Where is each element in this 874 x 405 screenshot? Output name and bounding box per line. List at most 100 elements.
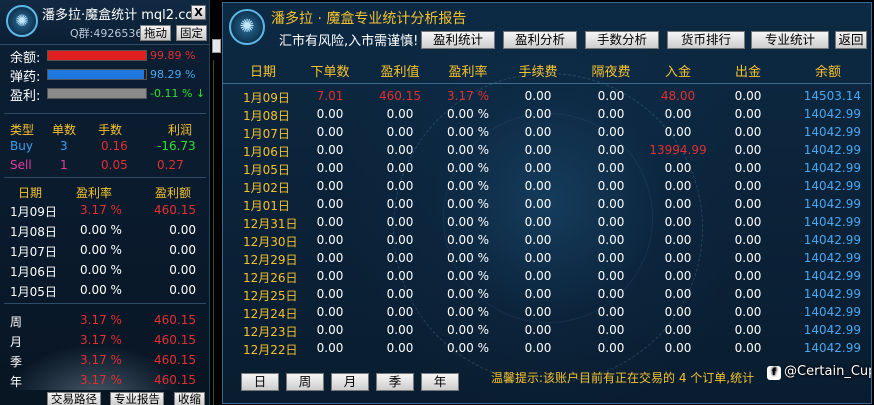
order-count: 1 <box>60 158 68 172</box>
cell-date: 12月22日 <box>243 343 298 357</box>
cell-rate: 0.00 % <box>447 269 489 283</box>
order-count: 3 <box>60 139 68 153</box>
nav-currency-rank-button[interactable]: 货币排行 <box>667 31 745 49</box>
column-header-rate: 盈利率 <box>448 65 488 80</box>
nav-pro-stats-button[interactable]: 专业统计 <box>751 31 829 49</box>
stat-bar-fill <box>48 70 145 79</box>
column-header-balance: 余额 <box>814 65 841 80</box>
cell-swap: 0.00 <box>597 143 625 157</box>
drag-button[interactable]: 拖动 <box>140 25 171 41</box>
period-week-button[interactable]: 周 <box>286 373 324 391</box>
cell-fee: 0.00 <box>524 323 552 337</box>
cell-date: 1月02日 <box>243 181 290 195</box>
period-quarter-button[interactable]: 季 <box>376 373 414 391</box>
period-rate: 3.17 % <box>80 353 122 367</box>
period-rate: 3.17 % <box>80 313 122 327</box>
cell-profit: 0.00 <box>386 323 414 337</box>
cell-deposit: 0.00 <box>664 197 692 211</box>
cell-profit: 0.00 <box>386 287 414 301</box>
period-month-button[interactable]: 月 <box>331 373 369 391</box>
daily-table-header: 日期 盈利率 盈利额 <box>0 184 209 202</box>
cell-swap: 0.00 <box>597 323 625 337</box>
cell-deposit: 0.00 <box>664 125 692 139</box>
nav-profit-stats-button[interactable]: 盈利统计 <box>421 31 495 49</box>
cell-orders: 0.00 <box>316 269 344 283</box>
type-table-header-cell: 类型 <box>10 123 35 137</box>
cell-orders: 0.00 <box>316 287 344 301</box>
daily-table-row: 1月08日 0.00 % 0.00 <box>0 223 209 241</box>
daily-amount: 0.00 <box>169 243 196 257</box>
side-panel-header[interactable]: ✺ 潘多拉·魔盒统计 mql2.com Q群:492653640 X 拖动 固定 <box>0 0 209 45</box>
order-profit: 0.27 <box>157 158 184 172</box>
watermark-text: @Certain_Cup <box>784 364 872 379</box>
type-table-row: Sell 1 0.05 0.27 <box>0 158 209 176</box>
period-label: 年 <box>10 375 23 389</box>
cell-profit: 0.00 <box>386 305 414 319</box>
cell-fee: 0.00 <box>524 269 552 283</box>
pro-report-button[interactable]: 专业报告 <box>110 392 164 405</box>
cell-swap: 0.00 <box>597 215 625 229</box>
stat-percent: 99.89 % <box>150 49 196 62</box>
cell-date: 1月07日 <box>243 127 290 141</box>
cell-balance: 14042.99 <box>803 287 861 301</box>
cell-fee: 0.00 <box>524 107 552 121</box>
cell-date: 1月01日 <box>243 199 290 213</box>
cell-profit: 0.00 <box>386 143 414 157</box>
cell-deposit: 0.00 <box>664 305 692 319</box>
cell-swap: 0.00 <box>597 269 625 283</box>
period-day-button[interactable]: 日 <box>241 373 279 391</box>
cell-fee: 0.00 <box>524 89 552 103</box>
period-year-button[interactable]: 年 <box>421 373 459 391</box>
cell-swap: 0.00 <box>597 233 625 247</box>
cell-swap: 0.00 <box>597 161 625 175</box>
daily-rate: 3.17 % <box>80 203 122 217</box>
daily-rate: 0.00 % <box>80 243 122 257</box>
table-row: 12月26日 0.00 0.00 0.00 % 0.00 0.00 0.00 0.00 1404… <box>223 269 871 287</box>
nav-profit-analysis-button[interactable]: 盈利分析 <box>503 31 577 49</box>
cell-profit: 460.15 <box>379 89 421 103</box>
daily-table-row: 1月06日 0.00 % 0.00 <box>0 263 209 281</box>
period-amount: 460.15 <box>154 353 196 367</box>
trade-path-button[interactable]: 交易路径 <box>47 392 101 405</box>
watermark: f @Certain_Cup <box>767 364 872 380</box>
close-button[interactable]: X <box>191 5 206 20</box>
daily-header-date: 日期 <box>18 186 43 200</box>
cell-withdraw: 0.00 <box>734 305 762 319</box>
cell-fee: 0.00 <box>524 179 552 193</box>
cell-fee: 0.00 <box>524 341 552 355</box>
cell-withdraw: 0.00 <box>734 89 762 103</box>
cell-withdraw: 0.00 <box>734 179 762 193</box>
cell-rate: 0.00 % <box>447 143 489 157</box>
cell-orders: 0.00 <box>316 341 344 355</box>
stat-bar-fill <box>48 51 146 60</box>
back-button[interactable]: 返回 <box>835 31 867 49</box>
cell-rate: 0.00 % <box>447 161 489 175</box>
stats-side-panel: ✺ 潘多拉·魔盒统计 mql2.com Q群:492653640 X 拖动 固定… <box>0 0 210 405</box>
cell-profit: 0.00 <box>386 269 414 283</box>
cell-date: 1月08日 <box>243 109 290 123</box>
table-row: 12月24日 0.00 0.00 0.00 % 0.00 0.00 0.00 0.00 1404… <box>223 305 871 323</box>
cell-balance: 14042.99 <box>803 197 861 211</box>
daily-amount: 0.00 <box>169 263 196 277</box>
cell-deposit: 0.00 <box>664 251 692 265</box>
cell-balance: 14042.99 <box>803 161 861 175</box>
daily-table-row: 1月05日 0.00 % 0.00 <box>0 283 209 301</box>
period-label: 周 <box>10 315 23 329</box>
chart-scroll-handle[interactable] <box>212 39 221 53</box>
divider <box>4 303 206 304</box>
collapse-button[interactable]: 收缩 <box>174 392 205 405</box>
cell-swap: 0.00 <box>597 89 625 103</box>
fix-button[interactable]: 固定 <box>176 25 207 41</box>
daily-rate: 0.00 % <box>80 283 122 297</box>
report-panel: ✺ 潘多拉 · 魔盒专业统计分析报告 汇市有风险,入市需谨慎! 盈利统计 盈利分… <box>222 2 872 404</box>
daily-table-row: 1月09日 3.17 % 460.15 <box>0 203 209 221</box>
cell-deposit: 0.00 <box>664 341 692 355</box>
table-row: 1月07日 0.00 0.00 0.00 % 0.00 0.00 0.00 0.00 14042… <box>223 125 871 143</box>
cell-balance: 14042.99 <box>803 233 861 247</box>
cell-fee: 0.00 <box>524 125 552 139</box>
nav-lots-analysis-button[interactable]: 手数分析 <box>585 31 659 49</box>
cell-profit: 0.00 <box>386 233 414 247</box>
daily-table-row: 1月07日 0.00 % 0.00 <box>0 243 209 261</box>
cell-orders: 0.00 <box>316 197 344 211</box>
column-header-withdraw: 出金 <box>734 65 761 80</box>
